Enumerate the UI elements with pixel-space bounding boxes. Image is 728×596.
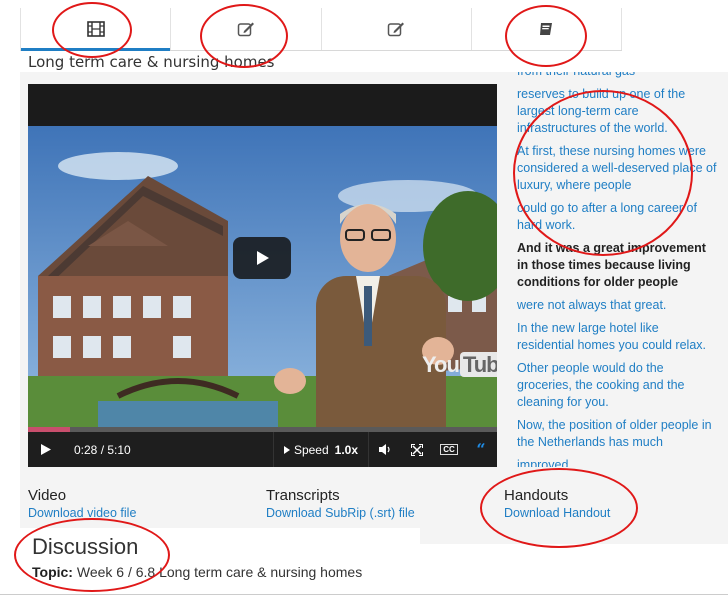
cc-icon: CC [440, 444, 458, 455]
tab-handout[interactable] [472, 8, 622, 50]
transcripts-download-block: Transcripts Download SubRip (.srt) file [266, 487, 415, 520]
topic-label: Topic: [32, 564, 73, 580]
handouts-download-block: Handouts Download Handout [504, 487, 610, 520]
video-download-block: Video Download video file [28, 487, 136, 520]
divider [0, 594, 728, 595]
video-frame [28, 126, 497, 467]
video-player[interactable]: YouTube 0:28 / 5:10 Speed 1.0x CC [28, 84, 497, 467]
caret-right-icon [283, 445, 290, 454]
edit-icon [237, 22, 254, 37]
speed-value: 1.0x [334, 442, 358, 457]
transcript-line[interactable]: At first, these nursing homes were consi… [507, 143, 728, 194]
page-title: Long term care & nursing homes [28, 53, 275, 71]
fullscreen-button[interactable] [401, 432, 433, 467]
download-video-link[interactable]: Download video file [28, 506, 136, 520]
transcript-line[interactable]: were not always that great. [507, 297, 728, 314]
transcript-line[interactable]: In the new large hotel like residential … [507, 320, 728, 354]
handouts-heading: Handouts [504, 487, 569, 504]
video-time: 0:28 / 5:10 [74, 442, 131, 457]
unit-tabs [20, 8, 622, 51]
speed-button[interactable]: Speed 1.0x [272, 432, 369, 467]
discussion-title: Discussion [32, 534, 139, 559]
play-icon [257, 251, 269, 265]
book-icon [540, 23, 553, 35]
transcript-line[interactable]: improved. [507, 457, 728, 467]
volume-button[interactable] [369, 432, 401, 467]
quote-icon: “ [476, 440, 486, 459]
edit-icon [387, 22, 405, 37]
tab-problem-2[interactable] [322, 8, 472, 50]
volume-icon [378, 444, 390, 455]
speed-label: Speed [293, 442, 329, 457]
youtube-logo: YouTube [422, 352, 497, 378]
film-icon [86, 21, 105, 37]
transcript-line[interactable]: Now, the position of older people in the… [507, 417, 728, 451]
transcript-line[interactable]: Other people would do the groceries, the… [507, 360, 728, 411]
transcript-line[interactable]: And it was a great improvement in those … [507, 240, 728, 291]
transcripts-heading: Transcripts [266, 487, 340, 504]
topic-value[interactable]: Week 6 / 6.8 Long term care & nursing ho… [77, 564, 362, 580]
play-button[interactable] [28, 432, 64, 467]
tab-video[interactable] [20, 8, 172, 51]
transcript-line[interactable]: from their natural gas [507, 72, 728, 80]
play-icon [41, 444, 51, 455]
download-handout-link[interactable]: Download Handout [504, 506, 610, 520]
closed-captions-button[interactable]: CC [433, 432, 465, 467]
download-srt-link[interactable]: Download SubRip (.srt) file [266, 506, 415, 520]
discussion-topic: Topic: Week 6 / 6.8 Long term care & nur… [32, 564, 362, 580]
video-controls: 0:28 / 5:10 Speed 1.0x CC “ [28, 432, 497, 467]
transcript-toggle-button[interactable]: “ [465, 432, 497, 467]
transcript-line[interactable]: could go to after a long career of hard … [507, 200, 728, 234]
play-overlay-button[interactable] [233, 237, 291, 279]
fullscreen-icon [411, 443, 423, 456]
video-heading: Video [28, 487, 67, 504]
transcript-line[interactable]: reserves to build up one of the largest … [507, 86, 728, 137]
transcript-panel[interactable]: from their natural gas reserves to build … [507, 72, 728, 467]
tab-problem-1[interactable] [171, 8, 322, 50]
